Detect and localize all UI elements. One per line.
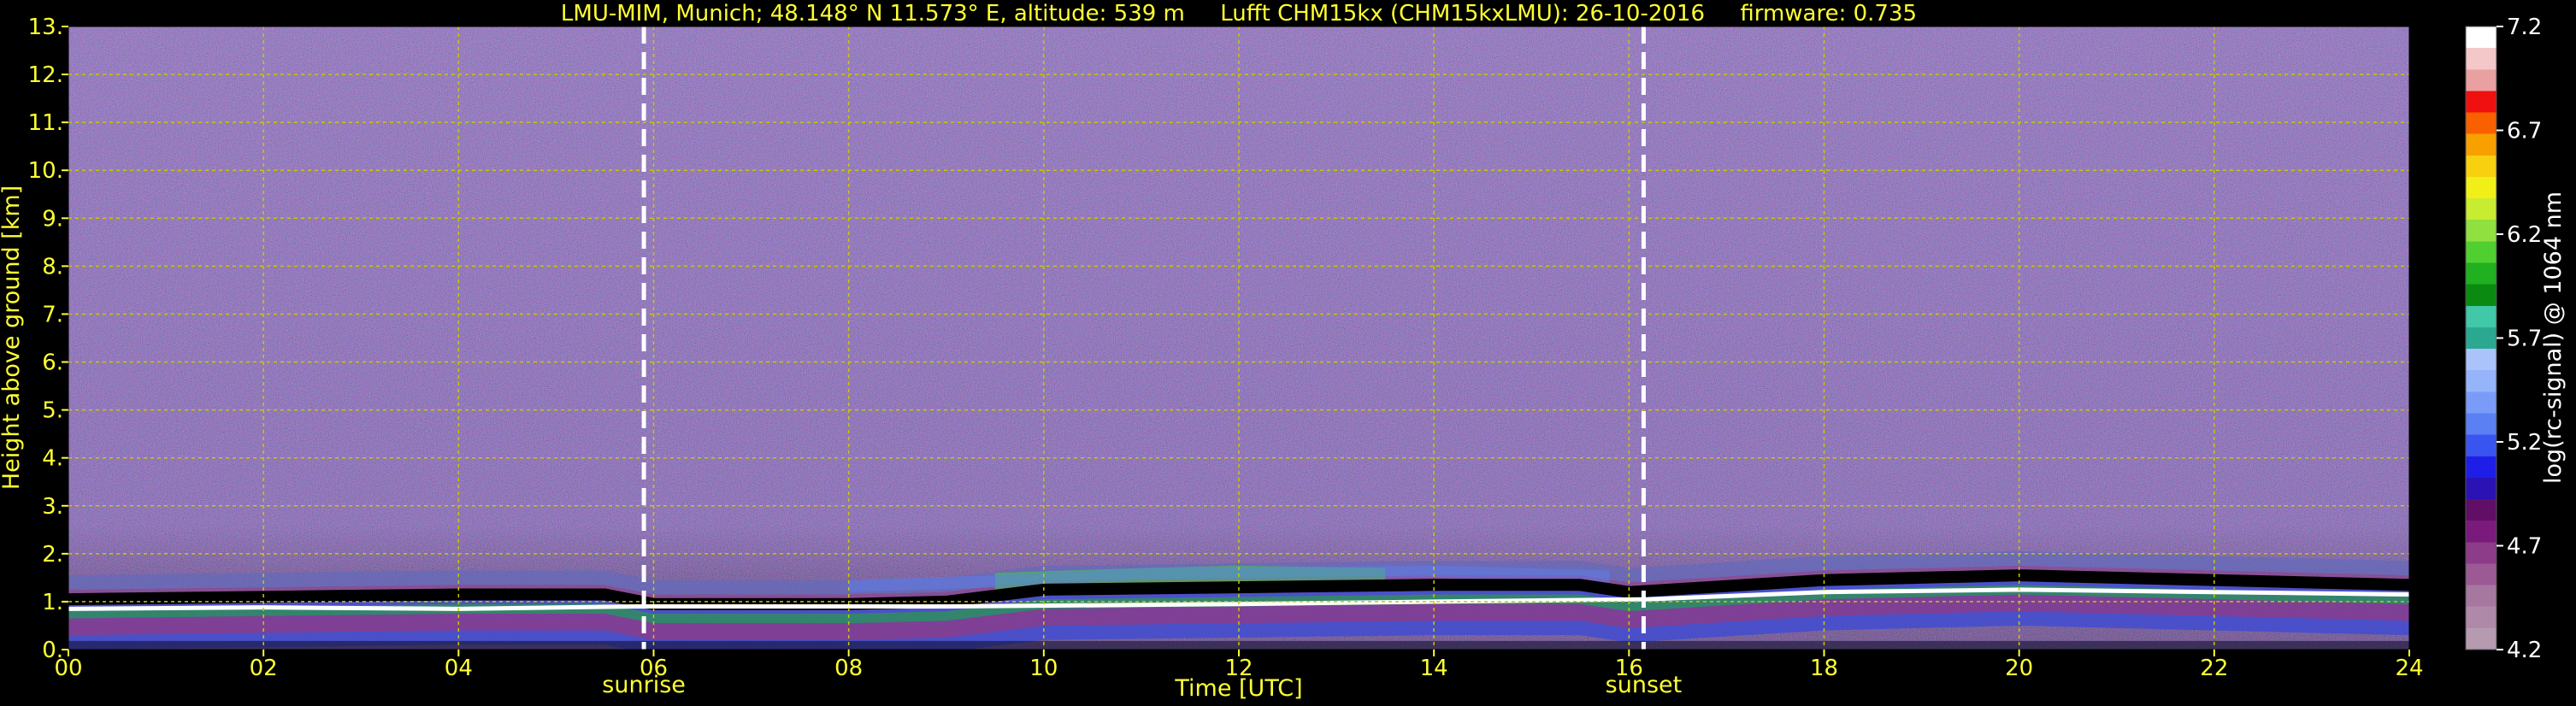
y-tick-label: 9. — [42, 206, 63, 232]
y-tick-label: 2. — [42, 542, 63, 568]
x-tick-label: 10 — [1029, 656, 1058, 681]
x-tick-label: 06 — [640, 656, 668, 681]
y-tick-label: 13. — [28, 15, 63, 40]
colorbar-tick-label: 5.7 — [2507, 327, 2542, 352]
y-tick-label: 8. — [42, 254, 63, 279]
colorbar-tick-label: 6.2 — [2507, 222, 2542, 248]
colorbar-scale — [2465, 26, 2497, 650]
y-tick-label: 7. — [42, 302, 63, 327]
x-tick-label: 18 — [1810, 656, 1838, 681]
y-tick-label: 10. — [28, 158, 63, 184]
colorbar-tick-label: 6.7 — [2507, 119, 2542, 144]
colorbar-tick-label: 5.2 — [2507, 430, 2542, 456]
colorbar-tick-label: 4.2 — [2507, 638, 2542, 663]
x-tick-label: 14 — [1420, 656, 1448, 681]
y-tick-label: 3. — [42, 494, 63, 520]
ceilometer-chart: sunrise sunset 0.1.2.3.4.5.6.7.8.9.10.11.… — [0, 1, 2567, 702]
x-tick-label: 24 — [2395, 656, 2423, 681]
y-tick-label: 4. — [42, 446, 63, 472]
y-tick-label: 5. — [42, 398, 63, 424]
colorbar-label: log(rc-signal) @ 1064 nm — [2540, 191, 2567, 484]
y-tick-label: 1. — [42, 590, 63, 615]
x-tick-label: 02 — [250, 656, 278, 681]
x-tick-label: 16 — [1615, 656, 1643, 681]
colorbar: 4.2 4.7 5.2 5.7 6.2 6.7 7.2 log(rc-signal) @ 1… — [2465, 15, 2567, 663]
y-axis: 0.1.2.3.4.5.6.7.8.9.10.11.12.13. — [28, 15, 68, 663]
x-tick-label: 00 — [54, 656, 82, 681]
y-tick-label: 6. — [42, 350, 63, 376]
chart-title: LMU-MIM, Munich; 48.148° N 11.573° E, al… — [561, 1, 1917, 26]
colorbar-tick-label: 7.2 — [2507, 15, 2542, 40]
colorbar-tick-label: 4.7 — [2507, 534, 2542, 560]
x-tick-label: 22 — [2200, 656, 2228, 681]
colorbar-ticks: 4.2 4.7 5.2 5.7 6.2 6.7 7.2 — [2496, 15, 2542, 663]
y-tick-label: 11. — [28, 110, 63, 136]
x-tick-label: 08 — [834, 656, 863, 681]
x-axis-label: Time [UTC] — [1174, 675, 1302, 702]
x-tick-label: 20 — [2005, 656, 2033, 681]
x-tick-label: 04 — [445, 656, 473, 681]
y-tick-label: 12. — [28, 62, 63, 88]
y-axis-label: Height above ground [km] — [0, 185, 25, 490]
